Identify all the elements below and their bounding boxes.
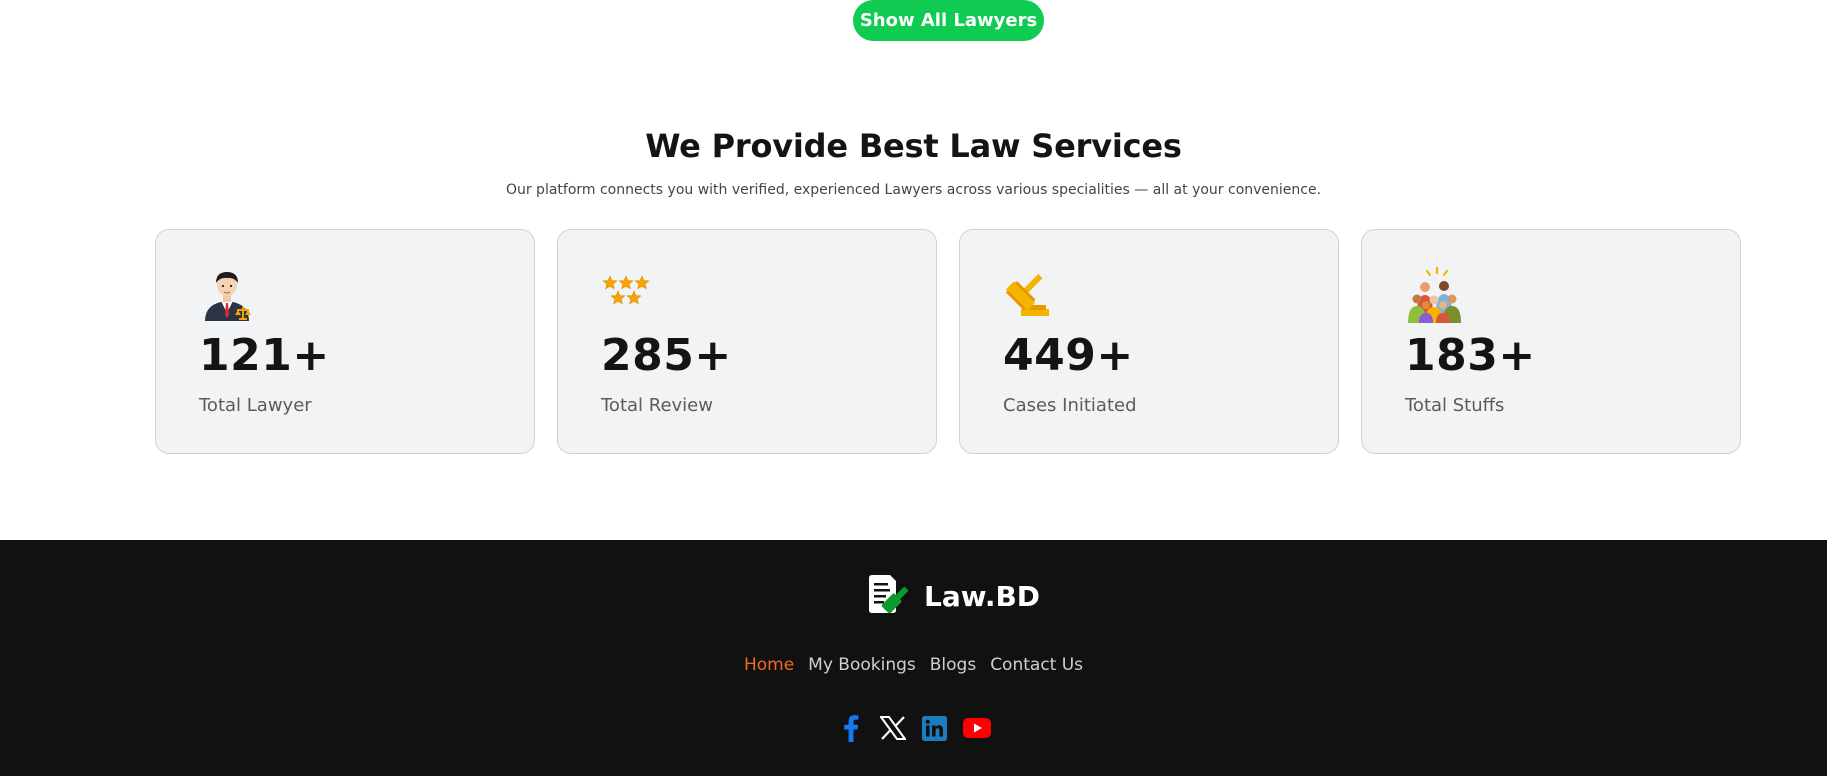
gavel-icon: [1003, 267, 1059, 323]
show-all-lawyers-button[interactable]: Show All Lawyers: [853, 0, 1044, 41]
stat-card-staff: 183+ Total Stuffs: [1361, 229, 1741, 454]
youtube-icon[interactable]: [962, 714, 991, 742]
footer-brand[interactable]: Law.BD: [866, 574, 1040, 618]
stats-grid: 121+ Total Lawyer 285+ Total Review 449+…: [155, 229, 1742, 454]
footer-link-my-bookings[interactable]: My Bookings: [808, 655, 916, 675]
x-icon[interactable]: [879, 714, 907, 742]
footer-link-blogs[interactable]: Blogs: [930, 655, 976, 675]
footer: Law.BD Home My Bookings Blogs Contact Us: [0, 540, 1827, 776]
stat-card-lawyers: 121+ Total Lawyer: [155, 229, 535, 454]
stat-label: Total Lawyer: [199, 395, 312, 416]
linkedin-icon[interactable]: [921, 714, 949, 742]
law-logo-icon: [866, 574, 912, 618]
services-title: We Provide Best Law Services: [645, 127, 1182, 165]
stat-value: 121+: [199, 330, 330, 381]
stat-card-reviews: 285+ Total Review: [557, 229, 937, 454]
group-icon: [1405, 266, 1461, 323]
footer-link-contact-us[interactable]: Contact Us: [990, 655, 1083, 675]
stat-label: Cases Initiated: [1003, 395, 1137, 416]
services-subtitle: Our platform connects you with verified,…: [505, 182, 1322, 198]
stars-icon: [601, 267, 657, 323]
services-section: We Provide Best Law Services Our platfor…: [0, 120, 1827, 198]
facebook-icon[interactable]: [837, 714, 865, 742]
lawyer-icon: [199, 267, 255, 323]
stat-label: Total Stuffs: [1405, 395, 1505, 416]
brand-name: Law.BD: [924, 579, 1041, 613]
stat-value: 449+: [1003, 330, 1134, 381]
footer-nav: Home My Bookings Blogs Contact Us: [0, 655, 1827, 675]
stat-value: 285+: [601, 330, 732, 381]
stat-label: Total Review: [601, 395, 713, 416]
social-links: [0, 714, 1827, 742]
stat-value: 183+: [1405, 330, 1536, 381]
footer-link-home[interactable]: Home: [744, 655, 794, 675]
show-all-section: Show All Lawyers: [0, 0, 1827, 41]
stat-card-cases: 449+ Cases Initiated: [959, 229, 1339, 454]
